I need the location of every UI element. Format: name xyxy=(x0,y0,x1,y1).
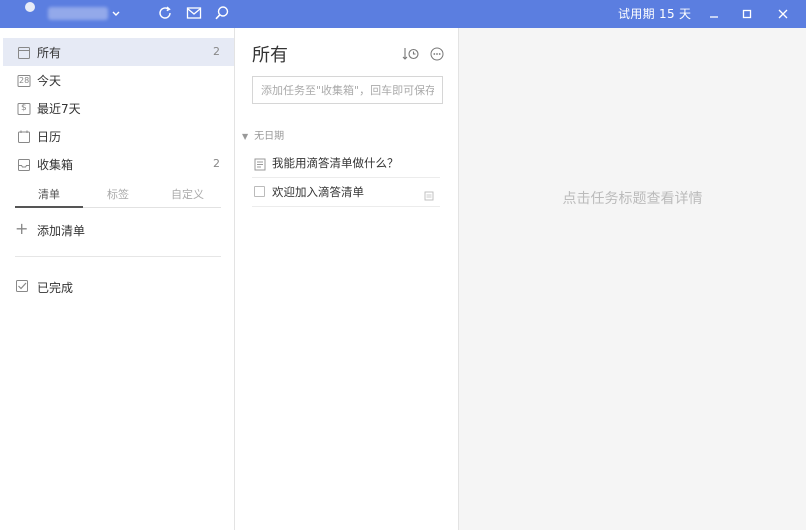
page-title: 所有 xyxy=(252,45,288,66)
sidebar-item-count: 2 xyxy=(213,157,220,170)
task-row[interactable]: 欢迎加入滴答清单 xyxy=(252,178,440,207)
task-list-pane: 所有 ▼无日期 我能用滴答清单做什么？ 欢迎加入滴 xyxy=(236,28,459,530)
task-title[interactable]: 欢迎加入滴答清单 xyxy=(272,184,364,200)
sidebar-item-inbox[interactable]: 收集箱 2 xyxy=(3,150,234,178)
detail-pane: 点击任务标题查看详情 xyxy=(459,28,806,530)
add-task-input[interactable] xyxy=(252,76,443,104)
group-header-no-date[interactable]: ▼ 无日期 xyxy=(242,127,284,142)
task-checkbox[interactable] xyxy=(254,186,265,197)
tab-tags[interactable]: 标签 xyxy=(107,186,129,202)
all-icon xyxy=(17,45,31,59)
today-icon-number: 28 xyxy=(19,76,30,85)
title-bar: 试用期 15 天 xyxy=(0,0,806,28)
chevron-down-icon[interactable] xyxy=(110,6,122,20)
active-tab-indicator xyxy=(15,206,83,208)
close-icon[interactable] xyxy=(775,6,791,22)
calendar-icon xyxy=(17,129,31,143)
tab-lists[interactable]: 清单 xyxy=(38,186,60,202)
sidebar-item-all[interactable]: 所有 2 xyxy=(3,38,234,66)
inbox-icon xyxy=(17,157,31,171)
maximize-icon[interactable] xyxy=(739,6,755,22)
sidebar-item-count: 2 xyxy=(213,45,220,58)
mail-icon[interactable] xyxy=(186,5,202,21)
divider xyxy=(15,256,221,257)
sidebar-item-week[interactable]: $ 最近7天 xyxy=(3,94,234,122)
sidebar: 所有 2 28 今天 $ 最近7天 日历 收集箱 2 清单 标签 自定义 + 添… xyxy=(0,28,235,530)
sort-icon[interactable] xyxy=(402,46,420,62)
sidebar-item-calendar[interactable]: 日历 xyxy=(3,122,234,150)
checkbox-checked-icon xyxy=(15,278,29,292)
username-blurred[interactable] xyxy=(48,7,108,20)
more-options-icon[interactable] xyxy=(430,46,444,61)
sidebar-item-label: 所有 xyxy=(37,46,62,60)
sidebar-item-today[interactable]: 28 今天 xyxy=(3,66,234,94)
tab-custom[interactable]: 自定义 xyxy=(171,186,204,202)
trial-status[interactable]: 试用期 15 天 xyxy=(618,5,691,22)
sidebar-item-label: 收集箱 xyxy=(37,158,74,172)
sync-icon[interactable] xyxy=(157,5,173,21)
avatar[interactable] xyxy=(25,2,35,12)
group-label: 无日期 xyxy=(254,131,285,142)
sidebar-item-label: 最近7天 xyxy=(37,102,81,116)
add-list-label: 添加清单 xyxy=(37,224,86,238)
completed-label: 已完成 xyxy=(37,281,74,295)
note-icon[interactable] xyxy=(254,156,266,171)
plus-icon: + xyxy=(15,219,29,238)
sidebar-item-label: 日历 xyxy=(37,130,62,144)
detail-empty-hint: 点击任务标题查看详情 xyxy=(562,191,703,207)
sidebar-tabs: 清单 标签 自定义 xyxy=(15,185,221,208)
app-window: 试用期 15 天 所有 2 28 今天 $ 最近7天 日历 收集箱 2 清单 标… xyxy=(0,0,806,530)
task-title[interactable]: 我能用滴答清单做什么？ xyxy=(272,155,399,171)
week-icon-symbol: $ xyxy=(21,103,27,113)
search-icon[interactable] xyxy=(214,5,230,21)
sidebar-item-label: 今天 xyxy=(37,74,62,88)
task-content-icon xyxy=(424,186,434,201)
collapse-triangle-icon: ▼ xyxy=(242,132,249,141)
minimize-icon[interactable] xyxy=(706,6,722,22)
task-row[interactable]: 我能用滴答清单做什么？ xyxy=(252,149,440,178)
